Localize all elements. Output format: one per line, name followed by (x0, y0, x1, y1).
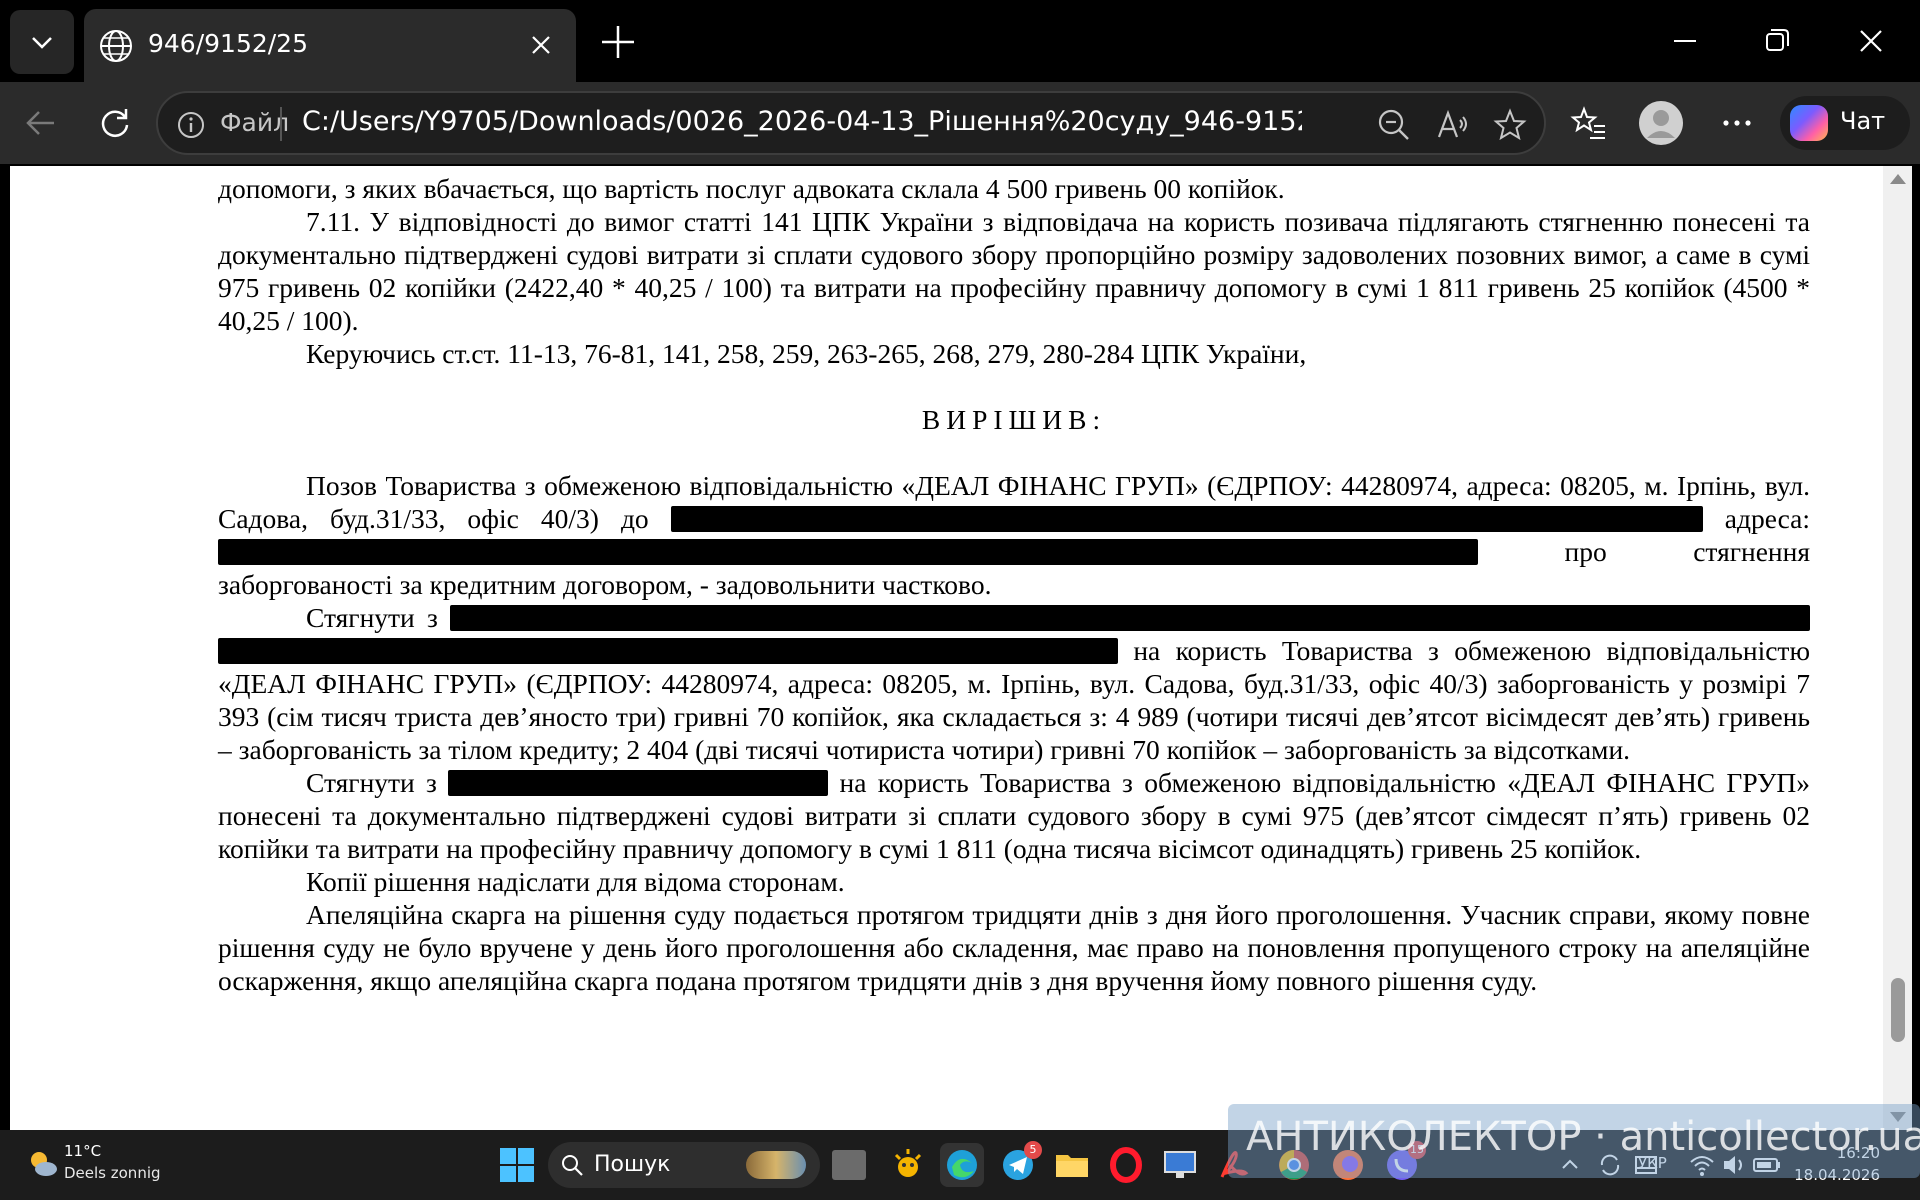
file-scheme-label: Файл (220, 108, 290, 137)
remote-desktop-app-icon[interactable] (1158, 1143, 1202, 1187)
redacted-address (218, 539, 1478, 565)
widgets-app-icon[interactable] (886, 1143, 930, 1187)
paragraph-claim: Позов Товариства з обмеженою відповідаль… (218, 469, 1810, 601)
paragraph-fees-tail: допомоги, з яких вбачається, що вартість… (218, 173, 1285, 204)
document-page: допомоги, з яких вбачається, що вартість… (10, 166, 1883, 1136)
recover2-text-a: Стягнути з (306, 767, 437, 798)
watermark-text: АНТИКОЛЕКТОР · anticollector.ua (1246, 1114, 1920, 1160)
document-text: допомоги, з яких вбачається, що вартість… (218, 166, 1810, 997)
decision-heading: ВИРІШИВ: (921, 404, 1107, 435)
tab-title: 946/9152/25 (148, 29, 308, 58)
search-label: Пошук (594, 1152, 671, 1177)
zoom-out-icon[interactable] (1376, 107, 1412, 143)
favorites-button[interactable] (1564, 98, 1614, 148)
recover1-text-a: Стягнути з (306, 602, 438, 633)
paragraph-appeal: Апеляційна скарга на рішення суду подаєт… (218, 899, 1810, 996)
avatar (1639, 101, 1683, 145)
profile-button[interactable] (1636, 98, 1686, 148)
add-favorite-star-icon[interactable] (1492, 107, 1528, 143)
tab-active[interactable]: 946/9152/25 (84, 9, 576, 82)
sun-creature-icon (894, 1149, 922, 1177)
opera-app-icon[interactable] (1104, 1143, 1148, 1187)
windows-start-icon[interactable] (498, 1146, 536, 1184)
telegram-app-icon[interactable]: 5 (996, 1141, 1042, 1187)
watermark-banner: АНТИКОЛЕКТОР · anticollector.ua (1228, 1104, 1920, 1178)
scroll-up-arrow-icon[interactable] (1890, 174, 1906, 184)
address-bar[interactable]: Файл C:/Users/Y9705/Downloads/0026_2026-… (156, 91, 1546, 155)
ellipsis-icon (1723, 120, 1751, 126)
task-view-icon[interactable] (832, 1150, 866, 1180)
url-text[interactable]: C:/Users/Y9705/Downloads/0026_2026-04-13… (302, 106, 1302, 137)
globe-icon (100, 30, 132, 62)
telegram-badge: 5 (1024, 1141, 1042, 1159)
browser-toolbar: Файл C:/Users/Y9705/Downloads/0026_2026-… (0, 82, 1920, 164)
weather-desc: Deels zonnig (64, 1164, 161, 1182)
vertical-scrollbar[interactable] (1883, 166, 1912, 1136)
favorites-list-icon (1570, 106, 1605, 139)
paragraph-7-11: 7.11. У відповідності до вимог статті 14… (218, 206, 1810, 336)
claim-text-b: адреса: (1724, 503, 1811, 534)
tab-actions-menu-button[interactable] (10, 10, 74, 74)
info-icon[interactable] (176, 110, 206, 140)
restore-button[interactable] (1752, 16, 1802, 66)
paragraph-recover-debt: Стягнути з на користь Товариства з обмеж… (218, 601, 1810, 766)
pdf-viewer[interactable]: допомоги, з яких вбачається, що вартість… (0, 164, 1920, 1136)
folder-icon (1056, 1155, 1088, 1177)
title-bar: 946/9152/25 (0, 0, 1920, 82)
chevron-down-icon (32, 37, 52, 49)
copilot-label: Чат (1840, 107, 1886, 135)
arrow-left-icon (26, 111, 54, 135)
address-divider (280, 107, 282, 141)
monitor-icon (1164, 1151, 1196, 1178)
redacted-debtor-details (450, 605, 1810, 631)
more-options-button[interactable] (1712, 98, 1762, 148)
edge-app-icon[interactable] (940, 1143, 984, 1187)
back-button[interactable] (16, 98, 66, 148)
redacted-debtor-name (448, 770, 829, 796)
copilot-chat-button[interactable]: Чат (1780, 96, 1910, 150)
explorer-app-icon[interactable] (1050, 1143, 1094, 1187)
scroll-thumb[interactable] (1891, 978, 1905, 1042)
close-window-button[interactable] (1846, 16, 1896, 66)
redacted-debtor-details-cont (218, 638, 1118, 664)
refresh-button[interactable] (90, 98, 140, 148)
minimize-button[interactable] (1660, 16, 1710, 66)
paragraph-copies: Копії рішення надіслати для відома сторо… (306, 866, 845, 897)
read-aloud-icon[interactable] (1434, 107, 1470, 143)
redacted-defendant-name (670, 506, 1703, 532)
partly-sunny-icon (31, 1152, 57, 1176)
weather-temp: 11°C (64, 1142, 102, 1160)
weather-widget[interactable]: 11°C Deels zonnig (20, 1130, 190, 1200)
paragraph-guided: Керуючись ст.ст. 11-13, 76-81, 141, 258,… (306, 338, 1307, 369)
opera-icon (1110, 1147, 1142, 1183)
taskbar-search[interactable]: Пошук (548, 1142, 820, 1188)
search-highlight-image (746, 1151, 806, 1179)
paragraph-recover-costs: Стягнути з на користь Товариства з обмеж… (218, 766, 1810, 865)
search-icon (562, 1155, 583, 1176)
new-tab-button[interactable] (596, 20, 640, 64)
copilot-icon (1790, 105, 1828, 141)
edge-icon (947, 1150, 977, 1180)
refresh-icon (101, 109, 129, 137)
close-tab-icon[interactable] (526, 30, 556, 60)
